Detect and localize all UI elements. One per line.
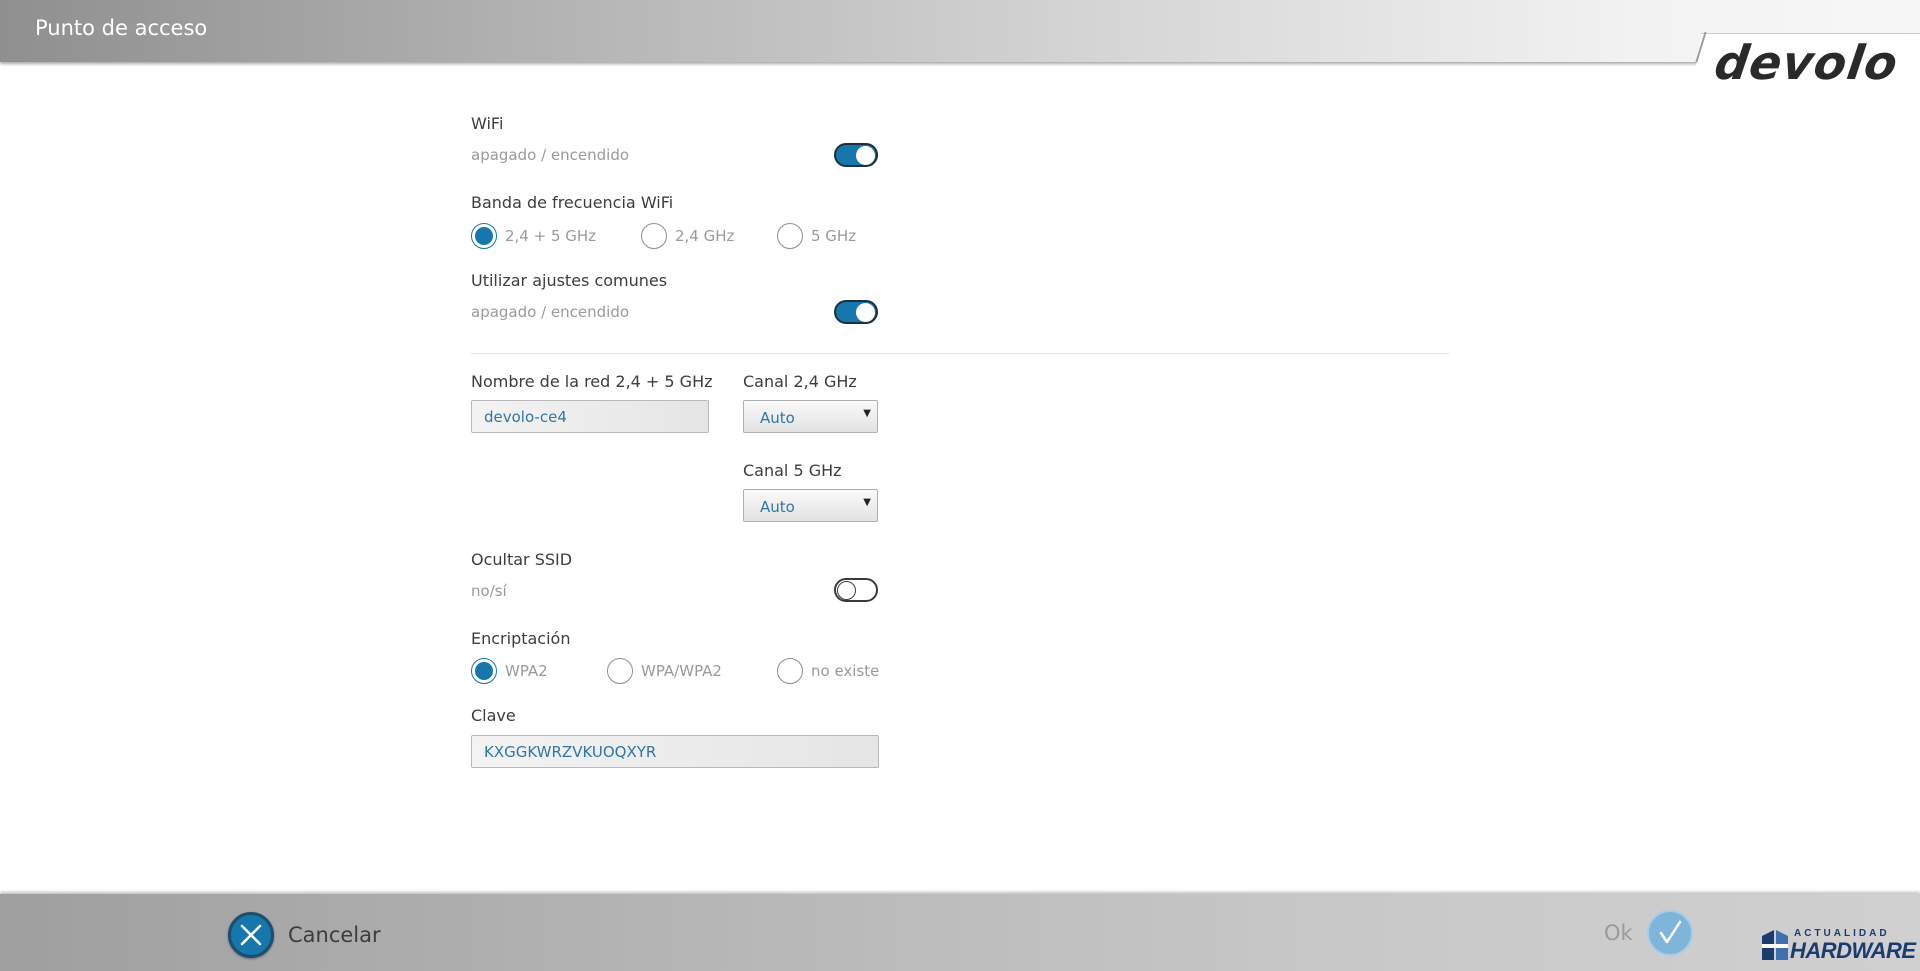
channel-5-label: Canal 5 GHz	[743, 461, 842, 480]
encryption-radio-wpa2-label: WPA2	[505, 662, 548, 680]
wifi-label: WiFi	[471, 114, 504, 133]
encryption-radio-none[interactable]: no existe	[777, 658, 879, 684]
band-radio-dual[interactable]: 2,4 + 5 GHz	[471, 223, 596, 249]
header-bar: Punto de acceso	[0, 0, 1920, 62]
encryption-radio-wpa2[interactable]: WPA2	[471, 658, 548, 684]
page-title: Punto de acceso	[35, 16, 208, 40]
radio-checked-icon	[471, 658, 497, 684]
toggle-knob	[837, 581, 856, 600]
encryption-radio-wpa-wpa2[interactable]: WPA/WPA2	[607, 658, 722, 684]
dropdown-arrow-icon: ▼	[863, 497, 871, 508]
wifi-sublabel: apagado / encendido	[471, 146, 630, 164]
band-radio-5-label: 5 GHz	[811, 227, 857, 245]
actualidad-hardware-logo: ACTUALIDAD HARDWARE	[1760, 928, 1916, 964]
radio-unchecked-icon	[777, 223, 803, 249]
checkmark-icon	[1646, 910, 1693, 956]
common-settings-sublabel: apagado / encendido	[471, 303, 630, 321]
toggle-knob	[856, 303, 875, 322]
radio-unchecked-icon	[777, 658, 803, 684]
ok-label: Ok	[1604, 921, 1633, 945]
channel-24-value: Auto	[760, 409, 795, 427]
radio-unchecked-icon	[607, 658, 633, 684]
channel-5-select[interactable]: Auto ▼	[743, 489, 878, 522]
hide-ssid-sublabel: no/sí	[471, 582, 507, 600]
encryption-label: Encriptación	[471, 629, 571, 648]
hide-ssid-toggle[interactable]	[834, 578, 878, 602]
cancel-label: Cancelar	[288, 923, 381, 947]
ok-button[interactable]: Ok	[1604, 910, 1693, 956]
band-radio-5[interactable]: 5 GHz	[777, 223, 856, 249]
radio-unchecked-icon	[641, 223, 667, 249]
key-input[interactable]	[471, 735, 879, 768]
channel-5-value: Auto	[760, 498, 795, 516]
encryption-radio-none-label: no existe	[811, 662, 880, 680]
dropdown-arrow-icon: ▼	[863, 408, 871, 419]
wifi-toggle[interactable]	[834, 143, 878, 167]
close-icon	[228, 912, 274, 958]
band-radio-24-label: 2,4 GHz	[675, 227, 735, 245]
channel-24-select[interactable]: Auto ▼	[743, 400, 878, 433]
toggle-knob	[856, 146, 875, 165]
key-label: Clave	[471, 706, 516, 725]
section-divider	[471, 353, 1449, 354]
devolo-logo: devolo	[1711, 36, 1902, 91]
cancel-button[interactable]: Cancelar	[228, 912, 381, 958]
band-radio-dual-label: 2,4 + 5 GHz	[505, 227, 597, 245]
radio-checked-icon	[471, 223, 497, 249]
common-settings-toggle[interactable]	[834, 300, 878, 324]
ah-mark-icon	[1762, 930, 1788, 960]
network-name-input[interactable]	[471, 400, 709, 433]
network-name-label: Nombre de la red 2,4 + 5 GHz	[471, 372, 713, 391]
band-label: Banda de frecuencia WiFi	[471, 193, 674, 212]
channel-24-label: Canal 2,4 GHz	[743, 372, 857, 391]
band-radio-24[interactable]: 2,4 GHz	[641, 223, 734, 249]
encryption-radio-wpa-wpa2-label: WPA/WPA2	[641, 662, 722, 680]
hide-ssid-label: Ocultar SSID	[471, 550, 573, 569]
common-settings-label: Utilizar ajustes comunes	[471, 271, 668, 290]
ah-logo-bottom-text: HARDWARE	[1790, 938, 1916, 963]
